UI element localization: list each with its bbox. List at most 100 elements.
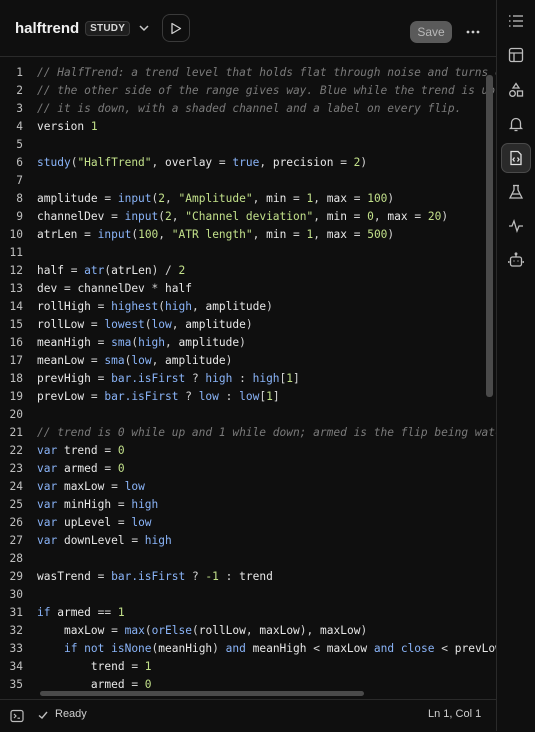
code-line[interactable]: prevHigh = bar.isFirst ? high : high[1] <box>37 370 496 388</box>
code-token: and <box>225 642 253 655</box>
code-line[interactable]: version 1 <box>37 118 496 136</box>
more-horizontal-icon[interactable] <box>463 22 483 42</box>
code-line[interactable]: meanHigh = sma(high, amplitude) <box>37 334 496 352</box>
horizontal-scrollbar[interactable] <box>40 691 364 696</box>
code-token: , <box>245 624 260 637</box>
line-number: 13 <box>9 282 23 295</box>
line-number: 28 <box>9 552 23 565</box>
code-token: var <box>37 444 64 457</box>
code-line[interactable]: study("HalfTrend", overlay = true, preci… <box>37 154 496 172</box>
code-token: high <box>205 372 233 385</box>
code-line[interactable] <box>37 172 496 190</box>
code-line[interactable]: rollLow = lowest(low, amplitude) <box>37 316 496 334</box>
save-button[interactable]: Save <box>410 21 452 43</box>
table-icon[interactable] <box>501 40 531 70</box>
code-token: amplitude <box>205 300 267 313</box>
code-line[interactable]: // HalfTrend: a trend level that holds f… <box>37 64 496 82</box>
code-line[interactable]: atrLen = input(100, "ATR length", min = … <box>37 226 496 244</box>
code-line[interactable]: var trend = 0 <box>37 442 496 460</box>
code-line[interactable]: wasTrend = bar.isFirst ? -1 : trend <box>37 568 496 586</box>
code-token: : <box>218 390 240 403</box>
code-file-icon[interactable] <box>501 143 531 173</box>
code-area[interactable]: // HalfTrend: a trend level that holds f… <box>37 64 496 694</box>
code-line[interactable]: // it is down, with a shaded channel and… <box>37 100 496 118</box>
code-line[interactable]: maxLow = max(orElse(rollLow, maxLow), ma… <box>37 622 496 640</box>
code-token: bar.isFirst <box>111 570 186 583</box>
code-token: high <box>144 534 172 547</box>
code-line[interactable]: amplitude = input(2, "Amplitude", min = … <box>37 190 496 208</box>
line-number: 12 <box>9 264 23 277</box>
code-line[interactable]: half = atr(atrLen) / 2 <box>37 262 496 280</box>
code-token: ( <box>158 300 166 313</box>
editor-window: halftrend STUDY Save 1 2 3 4 5 6 7 8 9 10 11 12 13 14… <box>0 0 535 732</box>
code-token: "Amplitude" <box>178 192 253 205</box>
code-token: if not <box>63 642 112 655</box>
line-number: 11 <box>9 246 23 259</box>
code-line[interactable]: var minHigh = high <box>37 496 496 514</box>
code-token: sma <box>111 336 132 349</box>
line-number: 8 <box>16 192 23 205</box>
shapes-icon[interactable] <box>501 75 531 105</box>
bell-icon[interactable] <box>501 109 531 139</box>
code-token: overlay <box>165 156 213 169</box>
code-line[interactable]: trend = 1 <box>37 658 496 676</box>
code-token: low <box>198 390 219 403</box>
terminal-icon[interactable] <box>10 709 24 723</box>
code-line[interactable]: var upLevel = low <box>37 514 496 532</box>
code-line[interactable]: // the other side of the range gives way… <box>37 82 496 100</box>
line-number: 2 <box>16 84 23 97</box>
code-token: orElse <box>151 624 192 637</box>
code-token: , <box>151 156 166 169</box>
code-token: = <box>104 210 125 223</box>
code-line[interactable] <box>37 550 496 568</box>
code-line[interactable]: meanLow = sma(low, amplitude) <box>37 352 496 370</box>
code-token: , <box>171 318 186 331</box>
code-line[interactable]: rollHigh = highest(high, amplitude) <box>37 298 496 316</box>
code-token: 100 <box>138 228 159 241</box>
line-number: 30 <box>9 588 23 601</box>
chevron-down-icon[interactable] <box>138 22 150 34</box>
code-token: ) <box>239 336 246 349</box>
run-button[interactable] <box>162 14 191 42</box>
vertical-scrollbar[interactable] <box>486 75 493 397</box>
code-token: half <box>165 282 192 295</box>
code-token: ) <box>245 318 253 331</box>
code-editor[interactable]: 1 2 3 4 5 6 7 8 9 10 11 12 13 14 15 16 17 18 19 20 21 22 23 24 2… <box>0 57 496 699</box>
code-line[interactable]: dev = channelDev * half <box>37 280 496 298</box>
code-token: ( <box>191 624 199 637</box>
code-token: atrLen <box>111 264 152 277</box>
code-line[interactable]: var armed = 0 <box>37 460 496 478</box>
code-line[interactable] <box>37 244 496 262</box>
code-token: trend <box>90 660 125 673</box>
code-line[interactable]: prevLow = bar.isFirst ? low : low[1] <box>37 388 496 406</box>
code-line[interactable]: channelDev = input(2, "Channel deviation… <box>37 208 496 226</box>
code-token: amplitude <box>178 336 240 349</box>
list-icon[interactable] <box>501 6 531 36</box>
code-token: = <box>333 156 354 169</box>
code-token: = <box>286 228 307 241</box>
code-line[interactable] <box>37 136 496 154</box>
code-token: ) <box>360 624 368 637</box>
code-token: = <box>407 210 428 223</box>
code-line[interactable]: // trend is 0 while up and 1 while down;… <box>37 424 496 442</box>
code-line[interactable]: var maxLow = low <box>37 478 496 496</box>
pulse-icon[interactable] <box>501 211 531 241</box>
code-token: channelDev <box>77 282 145 295</box>
code-line[interactable]: if not isNone(meanHigh) and meanHigh < m… <box>37 640 496 658</box>
code-token: 0 <box>117 444 125 457</box>
code-token: high <box>252 372 280 385</box>
robot-icon[interactable] <box>501 245 531 275</box>
code-line[interactable] <box>37 586 496 604</box>
code-line[interactable] <box>37 406 496 424</box>
code-token: ( <box>158 210 166 223</box>
code-token: armed <box>57 606 91 619</box>
code-token: = <box>286 192 307 205</box>
code-token: armed <box>63 462 98 475</box>
flask-icon[interactable] <box>501 177 531 207</box>
code-line[interactable]: if armed == 1 <box>37 604 496 622</box>
code-token: maxLow <box>326 642 368 655</box>
code-token: prevHigh <box>37 372 91 385</box>
code-line[interactable]: var downLevel = high <box>37 532 496 550</box>
code-token: , <box>252 192 267 205</box>
line-number: 20 <box>9 408 23 421</box>
